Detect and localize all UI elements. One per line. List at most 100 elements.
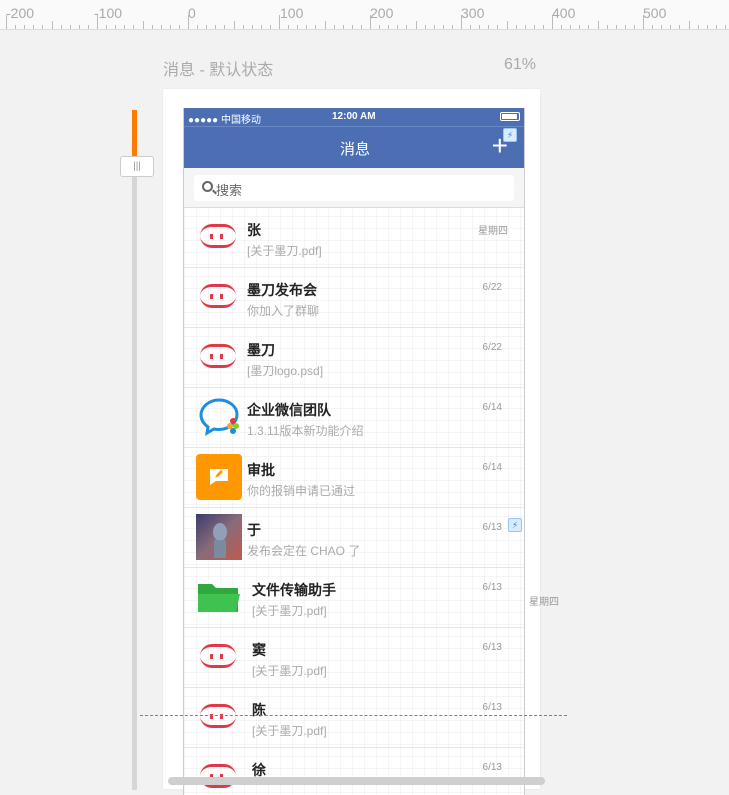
ruler-tick xyxy=(524,25,526,29)
ruler-tick xyxy=(379,25,381,29)
bolt-icon: ⚡ xyxy=(503,128,517,142)
list-item[interactable]: 徐 6/13 xyxy=(184,748,524,795)
ruler-tick xyxy=(24,25,26,29)
list-item[interactable]: 窦 [关于墨刀.pdf] 6/13 xyxy=(184,628,524,688)
search-input[interactable]: 搜索 xyxy=(194,175,514,201)
ruler-tick xyxy=(442,25,444,29)
ruler-tick xyxy=(397,25,399,29)
side-date-label: 星期四 xyxy=(529,597,559,608)
ruler-tick xyxy=(588,25,590,29)
bot-icon xyxy=(196,334,242,380)
ruler-tick xyxy=(78,25,80,29)
ruler-tick xyxy=(597,21,599,29)
ruler-tick xyxy=(106,25,108,29)
message-preview: [墨刀logo.psd] xyxy=(247,364,324,378)
message-preview: [关于墨刀.pdf] xyxy=(252,664,327,678)
ruler-tick xyxy=(279,15,280,29)
ruler-tick xyxy=(342,25,344,29)
ruler-tick xyxy=(633,25,635,29)
zoom-slider-track[interactable] xyxy=(132,110,137,790)
list-item[interactable]: 审批你的报销申请已通过 6/14 xyxy=(184,448,524,508)
ruler-tick xyxy=(433,25,435,29)
contact-name: 窦 xyxy=(252,642,266,658)
ruler-tick xyxy=(461,15,462,29)
ruler-tick xyxy=(515,25,517,29)
ruler-tick xyxy=(624,25,626,29)
page-title: 消息 xyxy=(339,141,370,158)
message-preview: 发布会定在 CHAO 了 xyxy=(247,544,361,558)
ruler-tick xyxy=(87,25,89,29)
search-icon xyxy=(202,181,213,192)
ruler-label: 400 xyxy=(552,5,576,21)
ruler-tick xyxy=(370,15,371,29)
ruler-tick xyxy=(269,25,271,29)
message-date: 6/14 xyxy=(482,462,502,473)
ruler-tick xyxy=(260,25,262,29)
message-date: 6/22 xyxy=(482,342,502,353)
folder-icon xyxy=(196,574,242,620)
contact-name: 墨刀 xyxy=(247,342,275,358)
ruler-tick xyxy=(333,25,335,29)
ruler-tick xyxy=(115,25,117,29)
contact-name: 审批 xyxy=(247,462,275,478)
ruler-tick xyxy=(33,25,35,29)
list-item[interactable]: 张 [关于墨刀.pdf] 星期四 xyxy=(184,208,524,268)
bot-icon xyxy=(196,694,242,740)
zoom-slider-handle[interactable]: ||| xyxy=(120,156,154,177)
search-bar: 搜索 xyxy=(184,168,524,208)
bot-face xyxy=(200,224,236,248)
ruler-tick xyxy=(497,25,499,29)
ruler-tick xyxy=(661,25,663,29)
horizontal-scrollbar[interactable] xyxy=(168,777,545,785)
ruler-tick xyxy=(160,25,162,29)
contact-name: 墨刀发布会 xyxy=(247,282,317,298)
message-date: 6/13 xyxy=(482,702,502,713)
list-item[interactable]: 文件传输助手 [关于墨刀.pdf] 6/13 xyxy=(184,568,524,628)
ruler-tick xyxy=(242,25,244,29)
artboard-title[interactable]: 消息 - 默认状态 xyxy=(163,56,273,80)
ruler-label: -200 xyxy=(6,5,35,21)
ruler-tick xyxy=(288,25,290,29)
ruler-tick xyxy=(561,25,563,29)
ruler-tick xyxy=(706,25,708,29)
ruler-tick xyxy=(297,25,299,29)
list-item[interactable]: 企业微信团队 1.3.11版本新功能介绍 6/14 xyxy=(184,388,524,448)
contact-name: 文件传输助手 xyxy=(252,582,336,598)
ruler-tick xyxy=(470,25,472,29)
ruler-label: 300 xyxy=(461,5,485,21)
ruler-tick xyxy=(251,25,253,29)
ruler-tick xyxy=(406,25,408,29)
ruler-tick xyxy=(215,25,217,29)
ruler-tick xyxy=(488,25,490,29)
message-preview: [关于墨刀.pdf] xyxy=(252,604,327,618)
message-date: 6/13 xyxy=(482,582,502,593)
bot-icon xyxy=(196,634,242,680)
photo-avatar xyxy=(196,514,242,560)
guide-line xyxy=(140,715,567,716)
ruler-tick xyxy=(724,25,726,29)
ruler-tick xyxy=(451,25,453,29)
bot-face xyxy=(200,344,236,368)
message-date: 6/13 xyxy=(482,522,502,533)
ruler-tick xyxy=(424,25,426,29)
battery-icon xyxy=(500,112,520,121)
ruler-tick xyxy=(388,25,390,29)
ruler-tick xyxy=(615,25,617,29)
ruler-tick xyxy=(533,25,535,29)
list-item[interactable]: 于发布会定在 CHAO 了 6/13 ⚡ xyxy=(184,508,524,568)
list-item[interactable]: 墨刀 [墨刀logo.psd] 6/22 xyxy=(184,328,524,388)
ruler-tick xyxy=(715,25,717,29)
list-item[interactable]: 陈 [关于墨刀.pdf] 6/13 xyxy=(184,688,524,748)
message-preview: [关于墨刀.pdf] xyxy=(247,244,322,258)
message-preview: 你的报销申请已通过 xyxy=(247,484,356,498)
ruler-tick xyxy=(15,25,17,29)
bot-icon xyxy=(196,274,242,320)
ruler-tick xyxy=(197,25,199,29)
bolt-icon: ⚡ xyxy=(508,518,522,532)
ruler-label: -100 xyxy=(94,5,123,21)
bot-icon xyxy=(196,754,242,795)
ruler-tick xyxy=(479,25,481,29)
message-date: 6/22 xyxy=(482,282,502,293)
list-item[interactable]: 墨刀发布会 你加入了群聊 6/22 xyxy=(184,268,524,328)
message-date: 星期四 xyxy=(478,226,508,237)
